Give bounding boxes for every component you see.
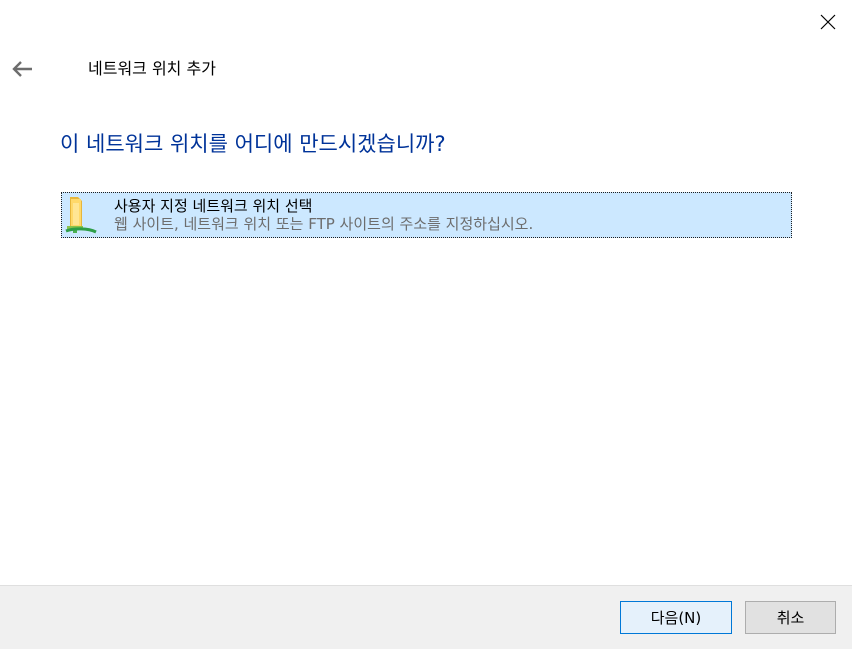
- back-arrow-icon: [12, 61, 32, 77]
- option-custom-network-location[interactable]: 사용자 지정 네트워크 위치 선택 웹 사이트, 네트워크 위치 또는 FTP …: [61, 192, 792, 238]
- back-button[interactable]: [4, 54, 40, 84]
- close-button[interactable]: [806, 2, 850, 42]
- close-icon: [820, 14, 836, 30]
- network-folder-icon: [65, 197, 97, 234]
- window-title: 네트워크 위치 추가: [88, 59, 216, 78]
- page-heading: 이 네트워크 위치를 어디에 만드시겠습니까?: [60, 132, 446, 156]
- next-button[interactable]: 다음(N): [620, 601, 732, 634]
- option-description: 웹 사이트, 네트워크 위치 또는 FTP 사이트의 주소를 지정하십시오.: [114, 215, 534, 233]
- dialog-footer: 다음(N) 취소: [0, 585, 852, 649]
- option-title: 사용자 지정 네트워크 위치 선택: [114, 197, 313, 215]
- cancel-button[interactable]: 취소: [745, 601, 836, 634]
